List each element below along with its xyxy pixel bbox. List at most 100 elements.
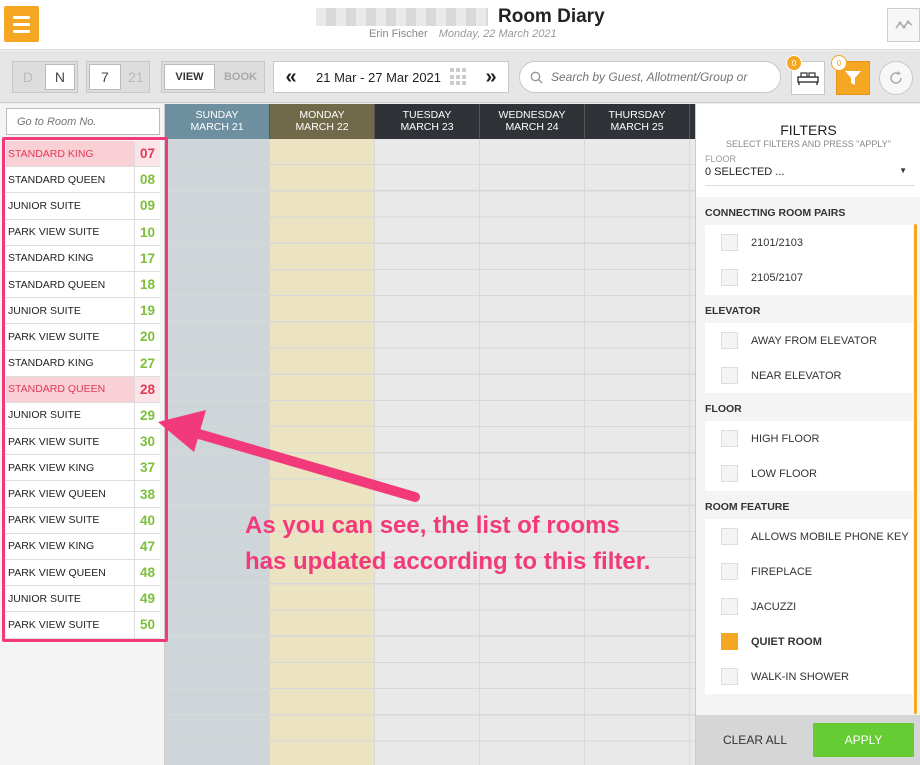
room-type: STANDARD KING [8,357,94,370]
room-row[interactable]: STANDARD QUEEN 28 [6,376,160,403]
next-week-button[interactable]: » [474,62,508,92]
room-number: 20 [134,324,160,350]
checkbox[interactable] [721,269,738,286]
room-row[interactable]: PARK VIEW QUEEN 48 [6,560,160,587]
checkbox[interactable] [721,668,738,685]
room-number: 38 [134,481,160,507]
room-number: 29 [134,402,160,429]
calendar-grid-icon[interactable] [450,68,468,86]
range-21-button[interactable]: 21 [123,62,149,92]
toolbar: D N 7 21 VIEW BOOK « 21 Mar - 27 Mar 202… [0,51,920,103]
room-list: STANDARD KING 07 STANDARD QUEEN 08 JUNIOR SU… [6,141,160,639]
room-type: STANDARD QUEEN [8,278,106,291]
clear-all-button[interactable]: CLEAR ALL [706,723,804,757]
checkbox[interactable] [721,367,738,384]
activity-icon [894,20,912,29]
filter-option[interactable]: JACUZZI [705,589,913,624]
room-count-badge: 0 [786,55,802,71]
refresh-button[interactable] [879,61,913,95]
filter-option[interactable]: WALK-IN SHOWER [705,659,913,694]
room-number: 07 [134,141,160,167]
room-row[interactable]: PARK VIEW SUITE 10 [6,219,160,246]
room-number: 08 [134,167,160,193]
checkbox[interactable] [721,332,738,349]
menu-icon-bar [13,29,30,33]
mode-n-button[interactable]: N [44,64,75,90]
checkbox[interactable] [721,234,738,251]
room-row[interactable]: JUNIOR SUITE 29 [6,402,160,430]
activity-button[interactable] [887,8,920,42]
room-row[interactable]: PARK VIEW KING 47 [6,533,160,560]
day-header[interactable]: MONDAY MARCH 22 [270,104,375,139]
room-number: 17 [134,245,160,271]
day-header[interactable]: TUESDAY MARCH 23 [375,104,480,139]
filter-option[interactable]: QUIET ROOM [705,624,913,659]
day-column[interactable] [375,139,480,765]
caret-down-icon: ▼ [899,166,907,175]
filter-button[interactable]: 0 [831,55,870,95]
annotation-line-1: As you can see, the list of rooms [245,512,620,539]
room-row[interactable]: PARK VIEW SUITE 40 [6,507,160,534]
room-row[interactable]: PARK VIEW SUITE 50 [6,612,160,639]
checkbox[interactable] [721,430,738,447]
room-row[interactable]: STANDARD KING 27 [6,350,160,377]
range-7-button[interactable]: 7 [89,64,121,90]
room-row[interactable]: JUNIOR SUITE 19 [6,298,160,325]
room-row[interactable]: STANDARD KING 07 [6,141,160,168]
floor-select[interactable]: FLOOR 0 SELECTED ... ▼ [705,154,915,186]
mode-d-button[interactable]: D [13,62,43,92]
day-column[interactable] [165,139,270,765]
room-row[interactable]: PARK VIEW QUEEN 38 [6,481,160,508]
day-header[interactable]: SUNDAY MARCH 21 [165,104,270,139]
filter-option[interactable]: AWAY FROM ELEVATOR [705,323,913,358]
room-row[interactable]: STANDARD KING 17 [6,245,160,272]
checkbox[interactable] [721,598,738,615]
filter-option[interactable]: ALLOWS MOBILE PHONE KEY [705,519,913,554]
room-row[interactable]: STANDARD QUEEN 18 [6,271,160,299]
room-type: PARK VIEW SUITE [8,514,100,527]
day-header[interactable]: WEDNESDAY MARCH 24 [480,104,585,139]
date-range-label[interactable]: 21 Mar - 27 Mar 2021 [308,70,450,85]
refresh-icon [890,71,902,84]
checkbox[interactable] [721,528,738,545]
filter-option[interactable]: 2105/2107 [705,260,913,295]
floor-select-value: 0 SELECTED ... [705,166,785,178]
apply-button[interactable]: APPLY [813,723,914,757]
filter-funnel-icon [845,71,861,85]
room-row[interactable]: PARK VIEW SUITE 30 [6,429,160,456]
room-type: PARK VIEW QUEEN [8,566,106,579]
room-row[interactable]: JUNIOR SUITE 49 [6,586,160,613]
day-header[interactable]: THURSDAY MARCH 25 [585,104,690,139]
filter-option[interactable]: HIGH FLOOR [705,421,913,456]
day-column[interactable] [480,139,585,765]
room-view-button[interactable]: 0 [786,55,825,95]
room-row[interactable]: JUNIOR SUITE 09 [6,193,160,220]
room-number: 40 [134,507,160,533]
day-column[interactable] [585,139,690,765]
filter-option[interactable]: LOW FLOOR [705,456,913,491]
filters-scrollbar[interactable] [914,224,917,714]
room-row[interactable]: PARK VIEW SUITE 20 [6,324,160,351]
filters-footer: CLEAR ALL APPLY [696,715,920,765]
checkbox[interactable] [721,633,738,650]
filter-option[interactable]: 2101/2103 [705,225,913,260]
room-number: 27 [134,350,160,376]
filter-option[interactable]: FIREPLACE [705,554,913,589]
hamburger-menu-button[interactable] [4,6,39,42]
room-row[interactable]: PARK VIEW KING 37 [6,455,160,482]
day-column[interactable] [270,139,375,765]
search-input[interactable] [551,70,771,84]
room-number: 28 [134,376,160,402]
goto-room-input[interactable] [7,109,159,134]
filter-option-label: 2101/2103 [751,236,803,249]
room-row[interactable]: STANDARD QUEEN 08 [6,167,160,194]
checkbox[interactable] [721,563,738,580]
checkbox[interactable] [721,465,738,482]
prev-week-button[interactable]: « [274,62,308,92]
book-button[interactable]: BOOK [217,62,264,92]
view-button[interactable]: VIEW [164,64,215,90]
annotation-text: As you can see, the list of rooms has up… [245,508,715,580]
filter-option-label: NEAR ELEVATOR [751,369,842,382]
filter-option[interactable]: NEAR ELEVATOR [705,358,913,393]
room-list-panel: STANDARD KING07STANDARD QUEEN08JUNIOR SU… [0,104,165,765]
